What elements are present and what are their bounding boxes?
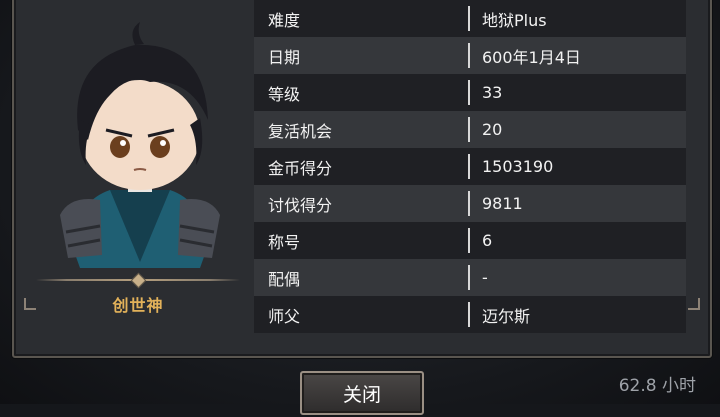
stat-label: 讨伐得分	[268, 195, 333, 215]
stat-label: 配偶	[268, 269, 301, 289]
stat-row-titles: 称号 6	[254, 222, 686, 259]
character-portrait	[40, 0, 240, 275]
stat-value: 20	[482, 120, 503, 139]
stat-value: 600年1月4日	[482, 47, 581, 67]
stat-label: 难度	[268, 10, 301, 30]
panel-corner-ornament	[24, 298, 36, 310]
stat-label: 称号	[268, 232, 301, 252]
column-separator	[468, 43, 470, 68]
stat-row-spouse: 配偶 -	[254, 259, 686, 296]
character-title: 创世神	[112, 296, 164, 315]
stat-row-conquest-score: 讨伐得分 9811	[254, 185, 686, 222]
column-separator	[468, 117, 470, 142]
stat-row-gold-score: 金币得分 1503190	[254, 148, 686, 185]
stats-table: 难度 地狱Plus 日期 600年1月4日 等级 33 复活机会 20 金币得分…	[254, 0, 686, 333]
stat-value: 33	[482, 83, 503, 102]
column-separator	[468, 191, 470, 216]
stat-label: 日期	[268, 47, 301, 67]
stat-value: 9811	[482, 194, 523, 213]
column-separator	[468, 6, 470, 31]
stat-row-date: 日期 600年1月4日	[254, 37, 686, 74]
column-separator	[468, 154, 470, 179]
stat-value: 6	[482, 231, 493, 250]
column-separator	[468, 228, 470, 253]
stat-value: 1503190	[482, 157, 554, 176]
stat-value: -	[482, 268, 488, 287]
stat-row-master: 师父 迈尔斯	[254, 296, 686, 333]
column-separator	[468, 80, 470, 105]
playtime-label: 62.8 小时	[618, 376, 696, 396]
stat-value: 地狱Plus	[482, 10, 547, 30]
panel-corner-ornament	[688, 298, 700, 310]
stat-label: 复活机会	[268, 121, 333, 141]
close-button[interactable]: 关闭	[300, 371, 424, 415]
stat-label: 师父	[268, 306, 301, 326]
stat-label: 等级	[268, 84, 301, 104]
stat-row-revives: 复活机会 20	[254, 111, 686, 148]
stat-row-level: 等级 33	[254, 74, 686, 111]
stat-label: 金币得分	[268, 158, 333, 178]
column-separator	[468, 302, 470, 327]
column-separator	[468, 265, 470, 290]
stat-value: 迈尔斯	[482, 306, 531, 326]
stat-row-difficulty: 难度 地狱Plus	[254, 0, 686, 37]
